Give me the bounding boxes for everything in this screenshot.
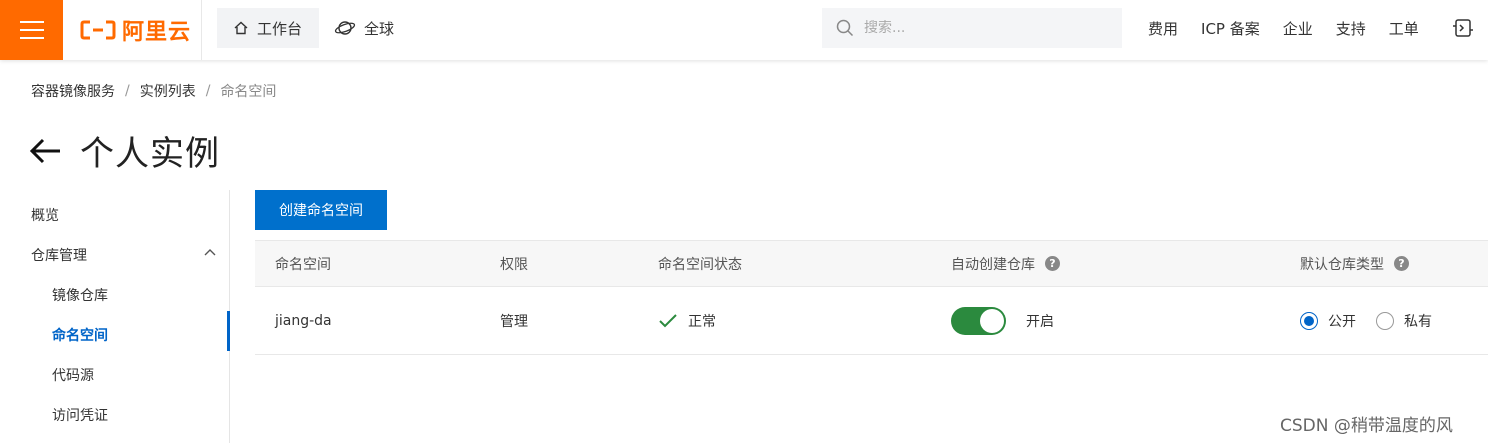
sidebar-item-repo-management[interactable]: 仓库管理 bbox=[31, 245, 216, 265]
namespace-table: 命名空间 权限 命名空间状态 自动创建仓库 ? 默认仓库类型 ? jiang-d… bbox=[255, 240, 1488, 355]
auto-create-toggle[interactable] bbox=[951, 306, 1006, 335]
help-icon[interactable]: ? bbox=[1045, 256, 1060, 271]
top-link-billing[interactable]: 费用 bbox=[1148, 18, 1178, 39]
cell-default-type: 公开 私有 bbox=[1300, 287, 1452, 354]
radio-public-option[interactable]: 公开 bbox=[1300, 311, 1356, 331]
top-link-support[interactable]: 支持 bbox=[1336, 18, 1366, 39]
radio-private-label: 私有 bbox=[1404, 313, 1432, 330]
top-links: 费用 ICP 备案 企业 支持 工单 bbox=[1148, 0, 1442, 56]
top-link-enterprise[interactable]: 企业 bbox=[1283, 18, 1313, 39]
breadcrumb-separator: / bbox=[125, 83, 130, 99]
header-default-type: 默认仓库类型 ? bbox=[1300, 241, 1409, 286]
search-icon bbox=[836, 19, 854, 37]
breadcrumb-instance-list[interactable]: 实例列表 bbox=[140, 81, 196, 101]
brand-name: 阿里云 bbox=[122, 20, 192, 45]
radio-private[interactable] bbox=[1376, 311, 1394, 330]
table-header: 命名空间 权限 命名空间状态 自动创建仓库 ? 默认仓库类型 ? bbox=[255, 240, 1488, 287]
repo-type-radio-group: 公开 私有 bbox=[1300, 311, 1452, 331]
menu-icon[interactable] bbox=[0, 0, 63, 60]
back-arrow-icon[interactable] bbox=[28, 136, 62, 166]
header-auto-create-label: 自动创建仓库 bbox=[951, 256, 1035, 273]
sidebar-item-access-credentials[interactable]: 访问凭证 bbox=[52, 405, 108, 425]
radio-private-option[interactable]: 私有 bbox=[1376, 311, 1432, 331]
radio-public-label: 公开 bbox=[1328, 313, 1356, 330]
search-box[interactable] bbox=[822, 8, 1122, 48]
sidebar-item-overview[interactable]: 概览 bbox=[31, 205, 59, 225]
search-input[interactable] bbox=[864, 20, 1104, 36]
sidebar-item-code-source[interactable]: 代码源 bbox=[52, 365, 94, 385]
watermark: CSDN @稍带温度的风 bbox=[1280, 416, 1453, 436]
globe-icon bbox=[334, 21, 356, 35]
breadcrumb: 容器镜像服务 / 实例列表 / 命名空间 bbox=[31, 81, 276, 101]
breadcrumb-current: 命名空间 bbox=[220, 84, 277, 100]
sidebar-group-label: 仓库管理 bbox=[31, 248, 87, 264]
cell-status: 正常 bbox=[658, 287, 716, 354]
logo-mark-icon bbox=[80, 20, 116, 40]
active-indicator bbox=[227, 311, 230, 351]
help-icon[interactable]: ? bbox=[1394, 256, 1409, 271]
sidebar-item-namespace[interactable]: 命名空间 bbox=[52, 325, 108, 345]
top-nav-bar: 阿里云 工作台 全球 费用 ICP 备案 企业 支持 工单 bbox=[0, 0, 1488, 60]
table-row: jiang-da 管理 正常 开启 公开 私有 bbox=[255, 287, 1488, 355]
region-selector[interactable]: 全球 bbox=[334, 8, 394, 48]
status-text: 正常 bbox=[688, 313, 716, 330]
cell-auto-create: 开启 bbox=[951, 287, 1054, 354]
header-namespace: 命名空间 bbox=[275, 256, 331, 273]
divider bbox=[201, 0, 202, 60]
region-label: 全球 bbox=[364, 19, 395, 38]
create-namespace-button[interactable]: 创建命名空间 bbox=[255, 190, 387, 230]
cloud-shell-icon[interactable] bbox=[1452, 17, 1474, 39]
sidebar-item-image-repo[interactable]: 镜像仓库 bbox=[52, 285, 108, 305]
chevron-up-icon bbox=[204, 249, 216, 256]
top-link-ticket[interactable]: 工单 bbox=[1389, 18, 1419, 39]
breadcrumb-container-registry[interactable]: 容器镜像服务 bbox=[31, 81, 115, 101]
workbench-label: 工作台 bbox=[257, 19, 303, 38]
home-icon bbox=[234, 21, 248, 35]
header-permission: 权限 bbox=[500, 256, 528, 273]
check-icon bbox=[659, 313, 677, 327]
cell-namespace: jiang-da bbox=[275, 312, 332, 329]
workbench-button[interactable]: 工作台 bbox=[217, 8, 319, 48]
page-title: 个人实例 bbox=[80, 134, 220, 174]
header-default-type-label: 默认仓库类型 bbox=[1300, 256, 1384, 273]
page-header: 个人实例 bbox=[28, 126, 220, 175]
brand-logo[interactable]: 阿里云 bbox=[80, 16, 192, 45]
toggle-state-label: 开启 bbox=[1026, 313, 1054, 330]
breadcrumb-separator: / bbox=[205, 83, 211, 99]
header-auto-create: 自动创建仓库 ? bbox=[951, 241, 1060, 286]
radio-public[interactable] bbox=[1300, 311, 1318, 330]
cell-permission: 管理 bbox=[500, 313, 528, 330]
header-status: 命名空间状态 bbox=[658, 256, 742, 273]
top-link-icp[interactable]: ICP 备案 bbox=[1201, 18, 1260, 39]
sidebar: 概览 仓库管理 镜像仓库 命名空间 代码源 访问凭证 bbox=[0, 190, 230, 443]
